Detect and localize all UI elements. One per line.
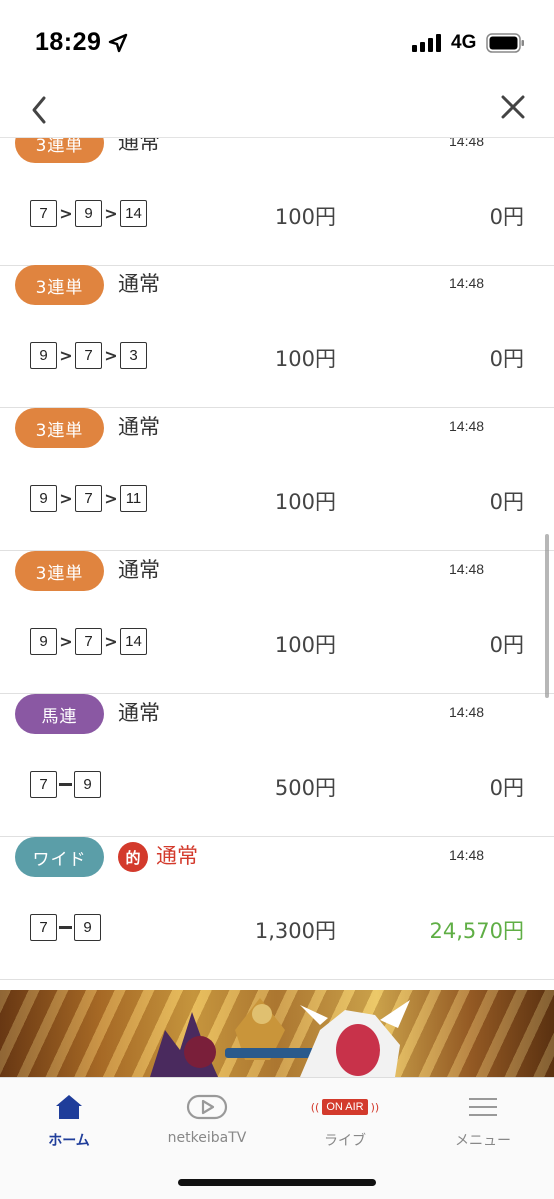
- bet-method: 通常: [156, 844, 198, 868]
- tab-netkeibatv[interactable]: netkeibaTV: [138, 1078, 276, 1158]
- play-icon: [186, 1094, 228, 1120]
- arrow-separator-icon: >: [59, 489, 73, 508]
- horse-combination: 79: [30, 914, 101, 941]
- horse-number: 9: [30, 485, 57, 512]
- arrow-separator-icon: >: [59, 632, 73, 651]
- hit-badge: 的: [118, 842, 148, 872]
- bet-payout: 24,570円: [429, 919, 524, 943]
- horse-number: 9: [30, 628, 57, 655]
- horse-number: 7: [30, 914, 57, 941]
- tab-live[interactable]: ((ON AIR)) ライブ: [276, 1078, 414, 1158]
- battery-icon: [486, 33, 524, 53]
- bet-payout: 0円: [489, 490, 524, 514]
- horse-number: 3: [120, 342, 147, 369]
- horse-combination: 9 >7 >3: [30, 342, 147, 369]
- onair-badge: ON AIR: [322, 1099, 368, 1115]
- arrow-separator-icon: >: [104, 632, 118, 651]
- bet-method: 通常: [118, 701, 160, 725]
- bet-amount: 100円: [274, 490, 336, 514]
- bet-time: 14:48: [449, 704, 485, 720]
- horse-number: 14: [120, 200, 147, 227]
- horse-combination: 7 >9 >14: [30, 200, 147, 227]
- close-icon[interactable]: [499, 93, 527, 121]
- bet-item[interactable]: 3連単 通常 14:48 7 >9 >14 100円 0円: [0, 138, 554, 266]
- bet-item[interactable]: 3連単 通常 14:48 9 >7 >11 100円 0円: [0, 408, 554, 551]
- arrow-separator-icon: >: [104, 346, 118, 365]
- ad-banner[interactable]: [0, 990, 554, 1077]
- bet-method: 通常: [118, 558, 160, 582]
- horse-combination: 79: [30, 771, 101, 798]
- bet-amount: 100円: [274, 633, 336, 657]
- bet-type-badge: ワイド: [15, 837, 104, 877]
- bet-method: 通常: [118, 415, 160, 439]
- location-arrow-icon: [108, 33, 128, 53]
- bet-time: 14:48: [449, 561, 485, 577]
- bet-amount: 100円: [274, 347, 336, 371]
- network-type: 4G: [451, 32, 477, 53]
- tab-menu[interactable]: メニュー: [414, 1078, 552, 1158]
- bet-amount: 1,300円: [254, 919, 336, 943]
- bet-type-badge: 3連単: [15, 408, 104, 448]
- tab-home-label: ホーム: [48, 1133, 90, 1149]
- horse-number: 7: [30, 771, 57, 798]
- horse-number: 7: [30, 200, 57, 227]
- bet-type-badge: 3連単: [15, 265, 104, 305]
- home-indicator: [178, 1179, 376, 1186]
- signal-icon: [412, 34, 441, 52]
- dash-separator-icon: [57, 914, 74, 941]
- dash-separator-icon: [57, 771, 74, 798]
- tab-netkeibatv-label: netkeibaTV: [167, 1130, 247, 1146]
- bet-item[interactable]: 3連単 通常 14:48 9 >7 >14 100円 0円: [0, 551, 554, 694]
- bet-item[interactable]: 3連単 通常 14:48 9 >7 >3 100円 0円: [0, 265, 554, 408]
- horse-number: 9: [74, 914, 101, 941]
- tab-menu-label: メニュー: [455, 1133, 511, 1149]
- horse-number: 7: [75, 628, 102, 655]
- back-chevron-icon[interactable]: [26, 90, 56, 130]
- arrow-separator-icon: >: [104, 204, 118, 223]
- home-icon: [56, 1095, 82, 1119]
- bet-time: 14:48: [449, 418, 485, 434]
- bet-type-badge: 3連単: [15, 551, 104, 591]
- scroll-indicator[interactable]: [545, 534, 549, 698]
- arrow-separator-icon: >: [59, 204, 73, 223]
- bet-payout: 0円: [489, 205, 524, 229]
- bet-payout: 0円: [489, 347, 524, 371]
- tab-live-label: ライブ: [324, 1133, 366, 1149]
- horse-number: 11: [120, 485, 147, 512]
- bet-payout: 0円: [489, 776, 524, 800]
- status-time: 18:29: [35, 28, 102, 56]
- bet-method: 通常: [118, 272, 160, 296]
- bet-item[interactable]: ワイド的通常 14:48 7 9 1,300円 24,570円: [0, 837, 554, 980]
- horse-number: 9: [75, 200, 102, 227]
- nav-bar: [0, 84, 554, 138]
- arrow-separator-icon: >: [59, 346, 73, 365]
- bet-list[interactable]: 3連単 通常 14:48 7 >9 >14 100円 0円 3連単 通常 14:48 9 >7 >3 100…: [0, 138, 554, 990]
- bet-time: 14:48: [449, 847, 485, 863]
- bet-type-badge: 馬連: [15, 694, 104, 734]
- tab-home[interactable]: ホーム: [0, 1078, 138, 1158]
- horse-combination: 9 >7 >14: [30, 628, 147, 655]
- bet-method: 通常: [118, 138, 160, 154]
- banner-characters: [150, 998, 410, 1077]
- bet-amount: 500円: [274, 776, 336, 800]
- horse-number: 9: [74, 771, 101, 798]
- horse-number: 9: [30, 342, 57, 369]
- bet-item[interactable]: 馬連 通常 14:48 7 9 500円 0円: [0, 694, 554, 837]
- tab-bar: ホーム netkeibaTV ((ON AIR)) ライブ メニュー: [0, 1077, 554, 1199]
- horse-combination: 9 >7 >11: [30, 485, 147, 512]
- bet-time: 14:48: [449, 275, 485, 291]
- status-bar: 18:29 4G: [0, 0, 554, 84]
- bet-payout: 0円: [489, 633, 524, 657]
- horse-number: 7: [75, 342, 102, 369]
- onair-icon: ((ON AIR)): [310, 1099, 380, 1115]
- horse-number: 7: [75, 485, 102, 512]
- menu-icon: [469, 1098, 497, 1116]
- arrow-separator-icon: >: [104, 489, 118, 508]
- horse-number: 14: [120, 628, 147, 655]
- bet-time: 14:48: [449, 138, 485, 149]
- bet-type-badge: 3連単: [15, 138, 104, 163]
- bet-amount: 100円: [274, 205, 336, 229]
